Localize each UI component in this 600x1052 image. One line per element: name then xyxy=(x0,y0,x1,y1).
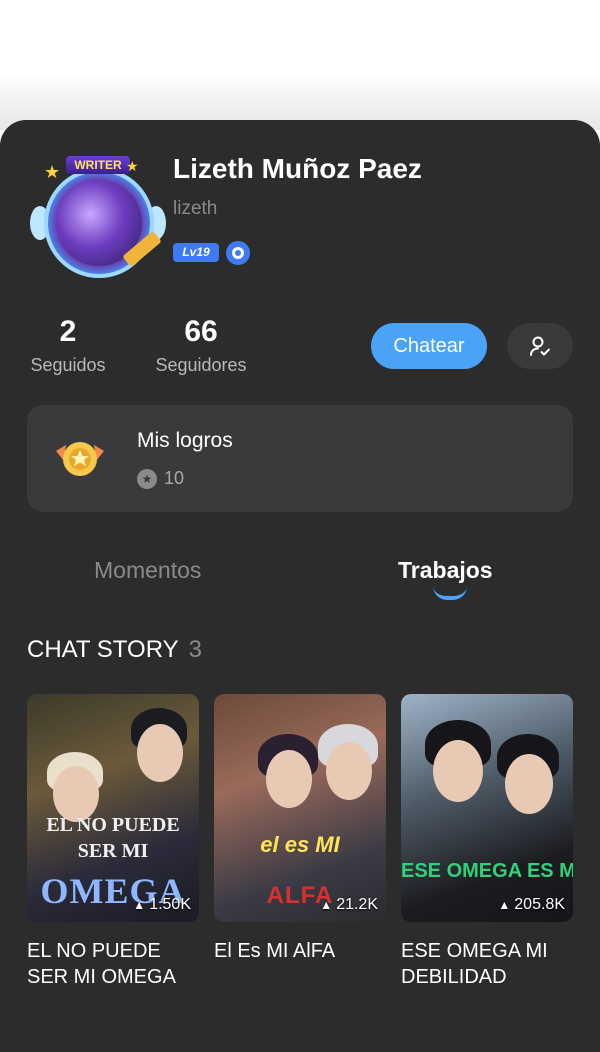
follow-status-button[interactable] xyxy=(507,323,573,369)
verified-badge-icon xyxy=(226,241,250,265)
top-spacer xyxy=(0,0,600,130)
active-tab-indicator xyxy=(433,586,467,600)
avatar-frame-banner: WRITER xyxy=(66,156,130,174)
tab-works[interactable]: Trabajos xyxy=(398,557,493,584)
profile-name: Lizeth Muñoz Paez xyxy=(173,153,422,184)
story-title[interactable]: El Es MI AlFA xyxy=(214,938,389,964)
cover-title-text: el es MI xyxy=(260,832,340,857)
stat-following-label: Seguidos xyxy=(30,355,106,375)
views-count: 1.50K xyxy=(133,896,191,914)
story-title[interactable]: EL NO PUEDE SER MI OMEGA xyxy=(27,938,202,990)
cover-title-text: ESE OMEGA ES MI DEBILIDAD xyxy=(401,860,573,882)
medal-icon xyxy=(56,442,104,476)
stat-followers-value: 66 xyxy=(184,315,218,348)
user-check-icon xyxy=(530,336,550,356)
star-badge-icon: ★ xyxy=(137,469,157,489)
achievements-count: 10 xyxy=(164,468,185,488)
profile-username: lizeth xyxy=(173,198,218,219)
section-title: CHAT STORY xyxy=(27,636,179,663)
cover-figure xyxy=(433,740,483,802)
tab-moments[interactable]: Momentos xyxy=(94,557,201,584)
star-icon: ★ xyxy=(44,162,61,182)
views-count: 205.8K xyxy=(498,896,565,914)
section-header: CHAT STORY 3 xyxy=(27,636,202,664)
chat-button[interactable]: Chatear xyxy=(371,323,487,369)
achievements-card[interactable]: Mis logros ★ 10 xyxy=(27,405,573,512)
stat-followers[interactable]: 66 Seguidores xyxy=(146,315,256,376)
avatar[interactable]: WRITER ★ ★ xyxy=(30,156,166,280)
cover-figure xyxy=(326,742,372,800)
stat-followers-label: Seguidores xyxy=(155,355,247,375)
views-count: 21.2K xyxy=(320,896,378,914)
story-card[interactable]: EL NO PUEDE SER MI OMEGA 1.50K xyxy=(27,694,199,922)
story-card[interactable]: ESE OMEGA ES MI DEBILIDAD 205.8K xyxy=(401,694,573,922)
profile-panel: WRITER ★ ★ Lizeth Muñoz Paez lizeth Lv19… xyxy=(0,120,600,1052)
section-count: 3 xyxy=(188,636,202,663)
cover-figure xyxy=(137,724,183,782)
story-title[interactable]: ESE OMEGA MI DEBILIDAD xyxy=(401,938,576,990)
star-icon: ★ xyxy=(126,158,139,174)
achievements-title: Mis logros xyxy=(137,429,233,452)
cover-title-text: EL NO PUEDE SER MI xyxy=(46,814,180,862)
stat-following-value: 2 xyxy=(59,315,77,348)
cover-figure xyxy=(505,754,553,814)
story-card[interactable]: el es MI ALFA 21.2K xyxy=(214,694,386,922)
level-badge: Lv19 xyxy=(173,243,219,262)
cover-figure xyxy=(266,750,312,808)
stat-following[interactable]: 2 Seguidos xyxy=(22,315,114,376)
